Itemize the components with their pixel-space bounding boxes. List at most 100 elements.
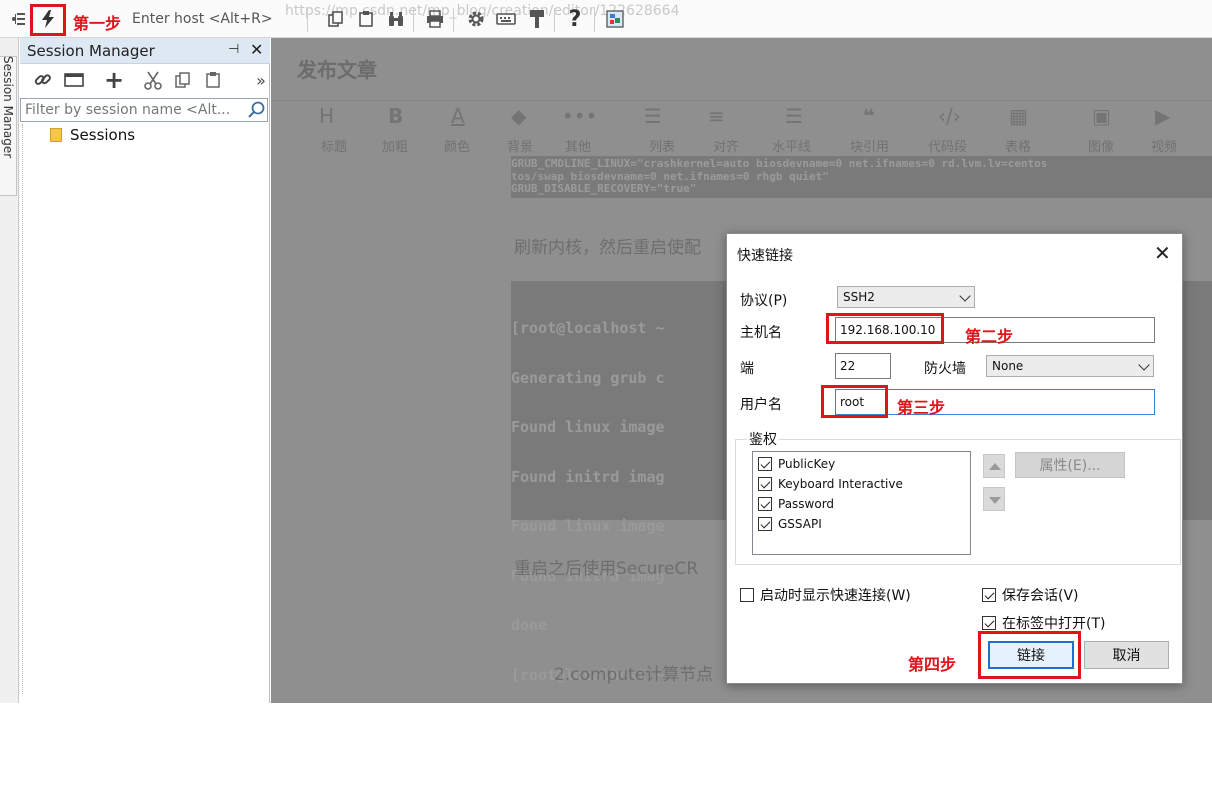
step2-annotation: 第二步 bbox=[965, 327, 1014, 346]
more-chevron-icon[interactable]: » bbox=[249, 69, 273, 91]
connect-link-icon[interactable] bbox=[31, 69, 55, 91]
search-icon[interactable] bbox=[247, 100, 267, 120]
paste-session-icon[interactable] bbox=[201, 69, 225, 91]
editor-tool-label: 其他 bbox=[565, 140, 592, 155]
auth-group-label: 鉴权 bbox=[747, 429, 779, 449]
horizontal-rule-icon: ☰ bbox=[785, 104, 803, 128]
port-input-value: 22 bbox=[840, 359, 856, 373]
session-manager-title: Session Manager bbox=[27, 42, 155, 60]
checkbox-checked[interactable] bbox=[758, 457, 772, 471]
background-article-title: 发布文章 bbox=[297, 58, 377, 82]
checkbox-checked[interactable] bbox=[982, 588, 996, 602]
help-question-icon[interactable]: ? bbox=[564, 7, 586, 32]
protocol-select[interactable]: SSH2 bbox=[837, 286, 975, 308]
checkbox-checked[interactable] bbox=[758, 497, 772, 511]
auth-method-publickey[interactable]: PublicKey bbox=[758, 455, 835, 473]
auth-method-gssapi[interactable]: GSSAPI bbox=[758, 515, 822, 533]
editor-tool-label: 加粗 bbox=[382, 140, 409, 155]
step4-annotation: 第四步 bbox=[908, 655, 957, 674]
connect-in-tab-icon[interactable] bbox=[62, 69, 86, 91]
auth-method-label: PublicKey bbox=[778, 457, 836, 471]
session-manager-side-tab[interactable]: Session Manager bbox=[0, 56, 17, 196]
port-label: 端 bbox=[740, 361, 754, 377]
background-paragraph: 重启之后使用SecureCR bbox=[514, 559, 699, 579]
editor-tool-label: 代码段 bbox=[928, 140, 968, 155]
copy-session-icon[interactable] bbox=[171, 69, 195, 91]
firewall-select[interactable]: None bbox=[986, 355, 1154, 377]
background-paragraph: 刷新内核，然后重启使配 bbox=[514, 238, 701, 258]
auth-method-label: Keyboard Interactive bbox=[778, 477, 903, 491]
editor-tool-label: 表格 bbox=[1005, 140, 1032, 155]
save-session-option[interactable]: 保存会话(V) bbox=[982, 585, 1079, 605]
move-up-button[interactable] bbox=[983, 454, 1005, 478]
protocol-label: 协议(P) bbox=[740, 293, 788, 309]
checkbox-unchecked[interactable] bbox=[740, 588, 754, 602]
code-icon: ‹/› bbox=[938, 104, 961, 128]
app-toolbar: https://mp.csdn.net/mp_blog/creation/edi… bbox=[0, 0, 1212, 38]
editor-tool-label: 颜色 bbox=[444, 140, 471, 155]
cut-scissors-icon[interactable] bbox=[141, 69, 165, 91]
align-icon: ≡ bbox=[708, 104, 725, 128]
step4-highlight-box bbox=[978, 631, 1081, 679]
protocol-select-value: SSH2 bbox=[843, 290, 875, 304]
find-binoculars-icon[interactable] bbox=[385, 8, 407, 30]
tree-item-sessions[interactable]: Sessions bbox=[50, 124, 135, 146]
chevron-down-icon bbox=[959, 290, 971, 302]
editor-tool-label: 视频 bbox=[1151, 140, 1178, 155]
editor-tool-label: 水平线 bbox=[772, 140, 812, 155]
arrow-down-icon bbox=[989, 497, 1001, 504]
dialog-close-icon[interactable]: ✕ bbox=[1154, 241, 1171, 265]
editor-tool-label: 对齐 bbox=[713, 140, 740, 155]
session-filter-input[interactable] bbox=[21, 99, 243, 121]
step3-highlight-box bbox=[821, 385, 888, 418]
arrow-up-icon bbox=[989, 463, 1001, 470]
background-paragraph: 2.compute计算节点 bbox=[554, 665, 714, 685]
auth-methods-list: PublicKey Keyboard Interactive Password … bbox=[752, 451, 971, 555]
tree-item-label: Sessions bbox=[70, 126, 136, 144]
settings-gear-icon[interactable] bbox=[465, 8, 487, 30]
toolbar-separator bbox=[453, 8, 454, 32]
print-icon[interactable] bbox=[424, 8, 446, 30]
enter-host-field[interactable]: Enter host <Alt+R> bbox=[132, 11, 273, 27]
toolbar-separator bbox=[307, 8, 308, 32]
checkbox-checked[interactable] bbox=[982, 616, 996, 630]
bold-icon: B bbox=[388, 104, 404, 128]
quick-connect-dialog: 快速链接 ✕ 协议(P) SSH2 主机名 192.168.100.10 第二步… bbox=[726, 233, 1183, 684]
color-icon: A bbox=[451, 104, 465, 128]
more-dots-icon: ••• bbox=[562, 104, 598, 128]
screen-capture-icon[interactable] bbox=[604, 8, 626, 30]
background-divider bbox=[271, 100, 1212, 101]
auth-method-keyboard-interactive[interactable]: Keyboard Interactive bbox=[758, 475, 903, 493]
heading-icon: H bbox=[319, 104, 335, 128]
checkbox-checked[interactable] bbox=[758, 477, 772, 491]
dialog-title: 快速链接 bbox=[737, 248, 793, 264]
checkbox-checked[interactable] bbox=[758, 517, 772, 531]
step3-annotation: 第三步 bbox=[897, 398, 946, 417]
close-icon[interactable]: ✕ bbox=[250, 40, 263, 59]
quote-icon: ❝ bbox=[863, 104, 875, 128]
toolbar-separator bbox=[413, 8, 414, 32]
pin-icon[interactable]: ⊣ bbox=[228, 42, 239, 57]
code-line: [root@localhost ~ bbox=[511, 319, 665, 337]
cancel-button[interactable]: 取消 bbox=[1084, 641, 1169, 669]
show-on-startup-label: 启动时显示快速连接(W) bbox=[760, 588, 911, 604]
editor-tool-label: 块引用 bbox=[850, 140, 890, 155]
code-line: done bbox=[511, 616, 548, 634]
keymap-keyboard-icon[interactable] bbox=[495, 8, 517, 30]
properties-button[interactable]: 属性(E)... bbox=[1015, 452, 1125, 478]
firewall-select-value: None bbox=[992, 359, 1024, 373]
new-session-plus-icon[interactable]: + bbox=[102, 66, 126, 94]
sftp-tools-icon[interactable] bbox=[526, 8, 548, 30]
port-input[interactable]: 22 bbox=[835, 353, 891, 379]
save-session-label: 保存会话(V) bbox=[1002, 588, 1079, 604]
move-down-button[interactable] bbox=[983, 487, 1005, 511]
auth-method-password[interactable]: Password bbox=[758, 495, 834, 513]
paste-icon[interactable] bbox=[355, 8, 377, 30]
copy-icon[interactable] bbox=[325, 8, 347, 30]
show-on-startup-option[interactable]: 启动时显示快速连接(W) bbox=[740, 585, 911, 605]
step2-highlight-box bbox=[826, 313, 944, 344]
background-code-lines: [root@localhost ~ Generating grub c Foun… bbox=[511, 287, 665, 703]
session-manager-panel: Session Manager ⊣ ✕ + » Sessions bbox=[20, 38, 270, 703]
session-tree-icon[interactable] bbox=[8, 8, 30, 30]
open-in-tab-option[interactable]: 在标签中打开(T) bbox=[982, 613, 1105, 633]
